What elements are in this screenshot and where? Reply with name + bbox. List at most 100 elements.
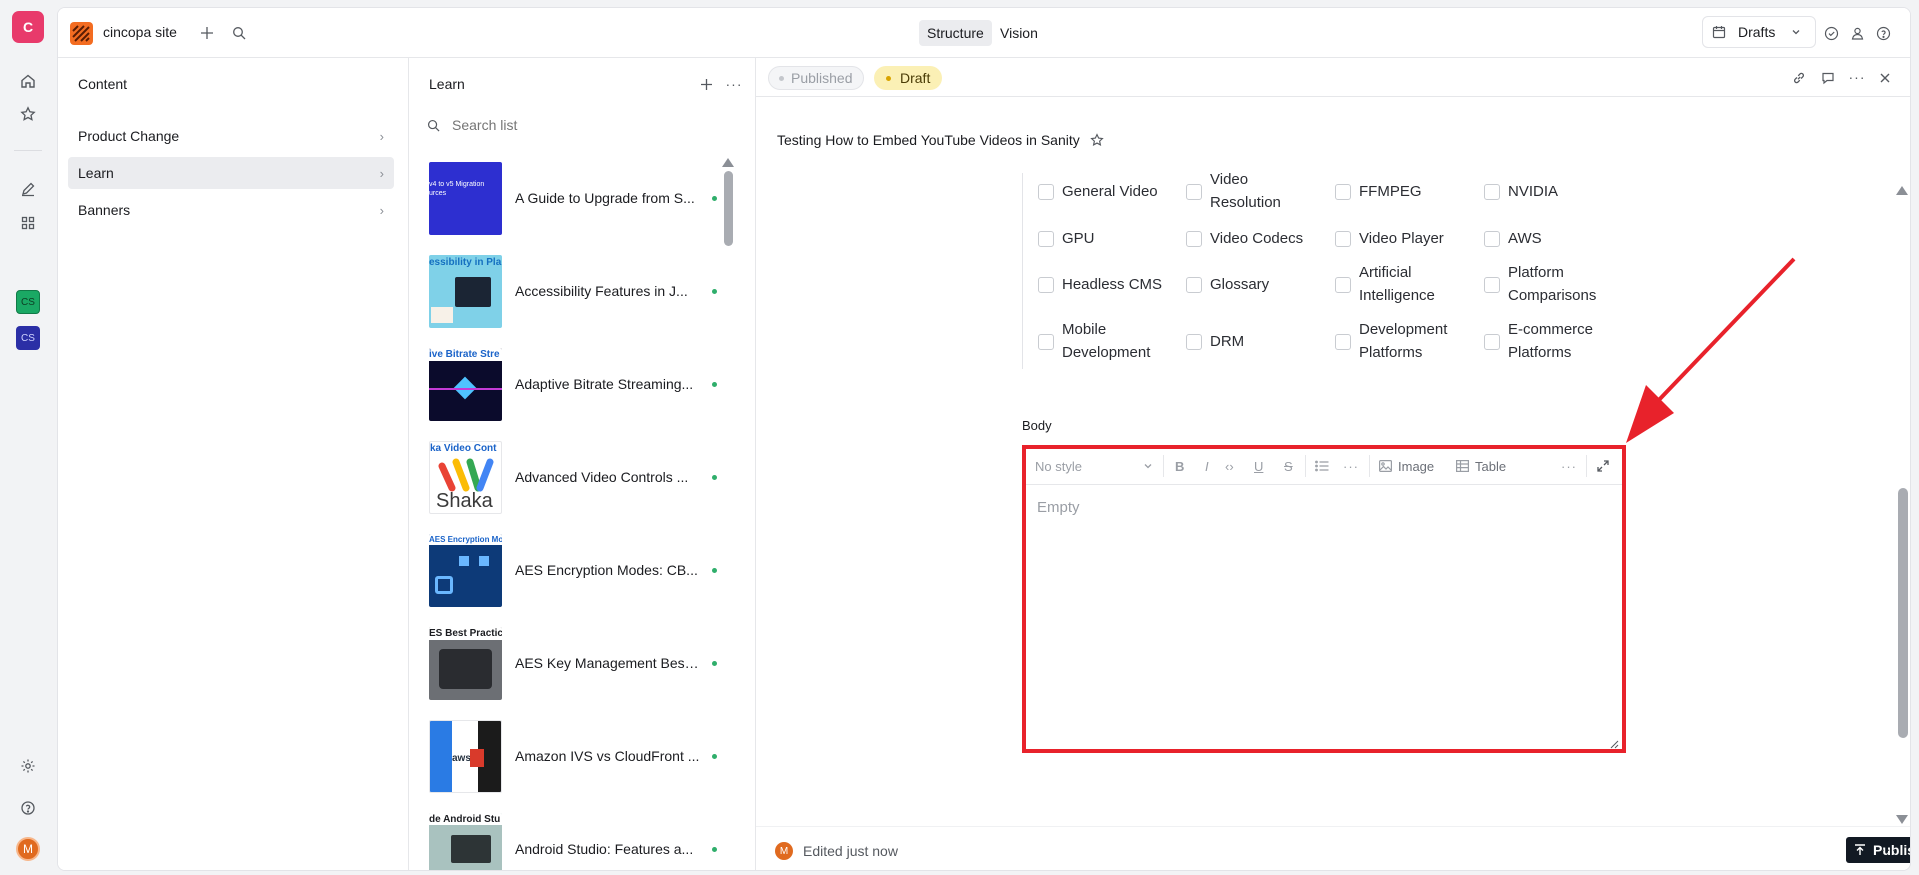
tag-checkbox[interactable] bbox=[1335, 184, 1351, 200]
list-item-title: Adaptive Bitrate Streaming... bbox=[515, 376, 694, 392]
chevron-right-icon: › bbox=[379, 165, 384, 181]
tag-label: GPU bbox=[1062, 230, 1095, 247]
close-icon[interactable] bbox=[1876, 69, 1894, 87]
nav-item-learn[interactable]: Learn › bbox=[68, 157, 394, 189]
learn-pane: Learn ··· v4 to v5 Migration urces A Gui… bbox=[409, 58, 755, 870]
add-document-icon[interactable] bbox=[697, 75, 715, 93]
nav-item-product-change[interactable]: Product Change › bbox=[68, 120, 394, 152]
document-pane: Published Draft ··· Testing How to Embed… bbox=[756, 58, 1910, 870]
tag-checkbox[interactable] bbox=[1484, 334, 1500, 350]
scroll-down-icon[interactable] bbox=[1896, 815, 1908, 824]
chevron-right-icon: › bbox=[379, 202, 384, 218]
thumbnail: ka Video Cont Shaka bbox=[429, 440, 502, 514]
user-avatar[interactable]: M bbox=[16, 837, 40, 861]
thumbnail: aws bbox=[429, 719, 502, 793]
list-item[interactable]: ES Best Practice AES Key Management Best… bbox=[429, 619, 755, 707]
home-icon[interactable] bbox=[14, 67, 42, 95]
published-dot bbox=[712, 660, 717, 666]
more-icon[interactable]: ··· bbox=[1848, 68, 1866, 86]
workspace-avatar[interactable]: C bbox=[12, 11, 44, 43]
help-circle-icon[interactable] bbox=[1874, 24, 1892, 42]
tag-checkbox[interactable] bbox=[1484, 231, 1500, 247]
thumbnail: ES Best Practice bbox=[429, 626, 502, 700]
more-actions-icon[interactable]: ··· bbox=[1880, 840, 1898, 858]
tag-label: AWS bbox=[1508, 230, 1542, 247]
tag-label: Platform Comparisons bbox=[1508, 264, 1597, 304]
star-icon[interactable] bbox=[1088, 131, 1106, 149]
drafts-label: Drafts bbox=[1738, 24, 1776, 40]
search-icon[interactable] bbox=[230, 24, 248, 42]
tag-checkbox[interactable] bbox=[1335, 334, 1351, 350]
add-icon[interactable] bbox=[198, 24, 216, 42]
thumbnail: de Android Stu bbox=[429, 812, 502, 870]
tag-label: Artificial Intelligence bbox=[1359, 264, 1435, 304]
tag-checkbox[interactable] bbox=[1038, 277, 1054, 293]
tag-checkbox[interactable] bbox=[1038, 334, 1054, 350]
settings-icon[interactable] bbox=[14, 752, 42, 780]
tag-label: Video Codecs bbox=[1210, 230, 1304, 247]
list-item[interactable]: v4 to v5 Migration urces A Guide to Upgr… bbox=[429, 154, 755, 242]
tag-label: Video Player bbox=[1359, 230, 1444, 247]
published-dot bbox=[712, 288, 717, 294]
tag-checkbox[interactable] bbox=[1186, 334, 1202, 350]
nav-item-label: Banners bbox=[78, 202, 131, 218]
thumbnail: essibility in Pla bbox=[429, 254, 502, 328]
tag-checkbox[interactable] bbox=[1186, 277, 1202, 293]
top-bar: cincopa site Structure Vision Drafts bbox=[58, 8, 1910, 58]
tag-checkbox[interactable] bbox=[1484, 184, 1500, 200]
people-icon[interactable] bbox=[1848, 24, 1866, 42]
content-pane: Content Product Change › Learn › Banners… bbox=[58, 58, 408, 870]
publish-icon bbox=[1854, 844, 1866, 856]
scroll-up-icon[interactable] bbox=[1896, 186, 1908, 195]
tag-label: Video Resolution bbox=[1210, 171, 1281, 211]
edited-status: Edited just now bbox=[803, 843, 898, 859]
studio-window: cincopa site Structure Vision Drafts Con… bbox=[57, 7, 1911, 871]
published-dot bbox=[712, 474, 717, 480]
tag-checkbox[interactable] bbox=[1335, 277, 1351, 293]
grid-icon[interactable] bbox=[14, 209, 42, 237]
star-icon[interactable] bbox=[14, 100, 42, 128]
tab-structure[interactable]: Structure bbox=[919, 20, 992, 46]
tag-checkbox[interactable] bbox=[1186, 184, 1202, 200]
comment-icon[interactable] bbox=[1819, 69, 1837, 87]
scroll-up-icon[interactable] bbox=[722, 158, 734, 167]
workspace-cs-blue[interactable]: CS bbox=[16, 326, 40, 350]
thumbnail: v4 to v5 Migration urces bbox=[429, 161, 502, 235]
status-published[interactable]: Published bbox=[768, 66, 864, 90]
status-draft-label: Draft bbox=[900, 70, 931, 86]
list-item[interactable]: ive Bitrate Stre Adaptive Bitrate Stream… bbox=[429, 340, 755, 428]
edit-icon[interactable] bbox=[14, 175, 42, 203]
search-list[interactable] bbox=[427, 111, 727, 139]
list-item[interactable]: AES Encryption Modes AES Encryption Mode… bbox=[429, 526, 755, 614]
tasks-icon[interactable] bbox=[1822, 24, 1840, 42]
list-item[interactable]: aws Amazon IVS vs CloudFront ... bbox=[429, 712, 755, 800]
doc-scrollbar-thumb[interactable] bbox=[1898, 488, 1908, 738]
list-item[interactable]: de Android Stu Android Studio: Features … bbox=[429, 805, 755, 870]
list-item-title: A Guide to Upgrade from S... bbox=[515, 190, 695, 206]
published-dot bbox=[712, 567, 717, 573]
chevron-down-icon bbox=[1791, 27, 1801, 37]
site-name[interactable]: cincopa site bbox=[103, 24, 177, 40]
tag-checkbox[interactable] bbox=[1484, 277, 1500, 293]
tag-label: DRM bbox=[1210, 333, 1245, 350]
nav-item-banners[interactable]: Banners › bbox=[68, 194, 394, 226]
more-icon[interactable]: ··· bbox=[725, 75, 743, 93]
tag-checkbox[interactable] bbox=[1038, 184, 1054, 200]
drafts-select[interactable]: Drafts bbox=[1702, 16, 1816, 48]
tag-checkbox[interactable] bbox=[1186, 231, 1202, 247]
help-icon[interactable] bbox=[14, 794, 42, 822]
list-scrollbar-thumb[interactable] bbox=[724, 171, 733, 246]
list-item[interactable]: essibility in Pla Accessibility Features… bbox=[429, 247, 755, 335]
tab-vision[interactable]: Vision bbox=[994, 20, 1044, 46]
tag-label: Development Platforms bbox=[1359, 321, 1448, 361]
publish-button[interactable]: Publish bbox=[1846, 837, 1910, 863]
link-icon[interactable] bbox=[1790, 69, 1808, 87]
tag-checkbox[interactable] bbox=[1038, 231, 1054, 247]
workspace-cs-green[interactable]: CS bbox=[16, 290, 40, 314]
tag-checkbox[interactable] bbox=[1335, 231, 1351, 247]
status-draft[interactable]: Draft bbox=[874, 66, 943, 90]
list-item[interactable]: ka Video Cont Shaka Advanced Video Contr… bbox=[429, 433, 755, 521]
search-list-input[interactable] bbox=[450, 116, 700, 134]
status-published-label: Published bbox=[791, 70, 853, 86]
calendar-icon bbox=[1712, 25, 1726, 39]
